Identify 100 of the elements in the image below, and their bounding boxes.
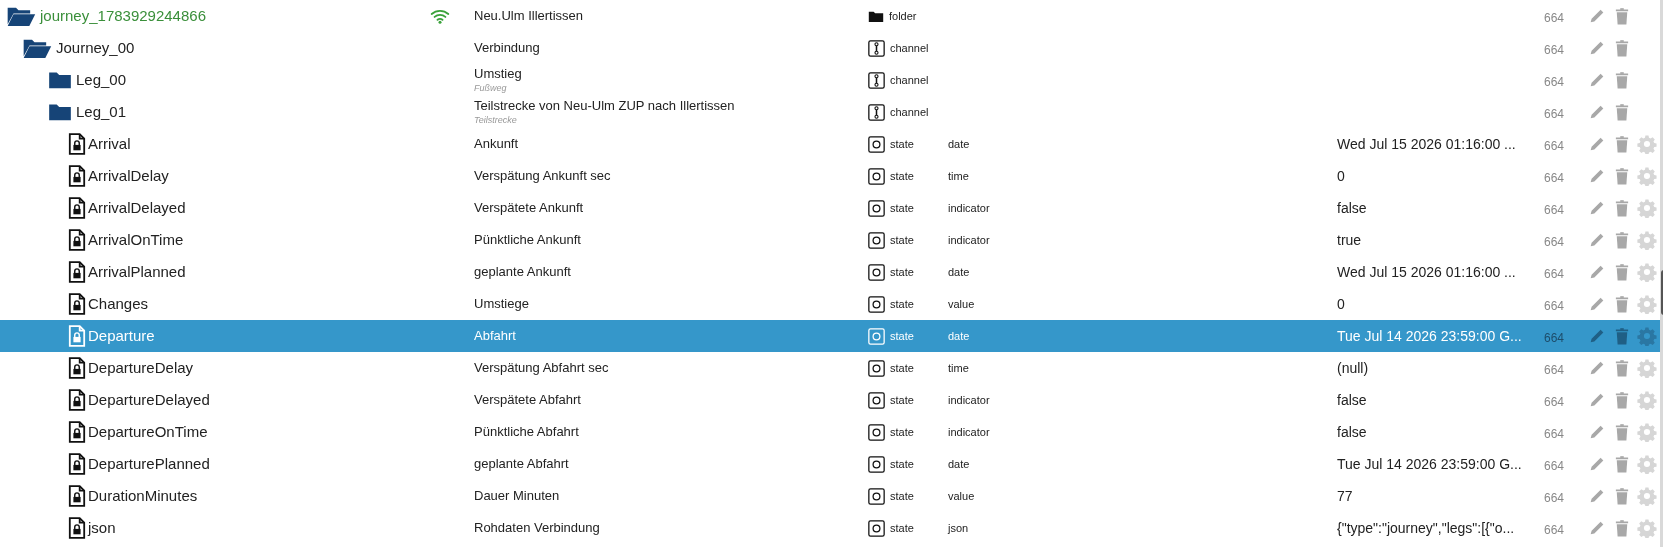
state-icon (868, 135, 885, 153)
channel-icon (868, 39, 885, 57)
state-icon (868, 327, 885, 345)
folder-icon[interactable] (48, 102, 72, 122)
settings-icon[interactable] (1634, 198, 1660, 218)
object-type: state (890, 136, 914, 152)
object-description: geplante Ankunft (474, 263, 572, 281)
acl-value: 664 (1544, 394, 1566, 411)
object-description: Dauer Minuten (474, 487, 561, 505)
object-type: state (890, 232, 914, 248)
state-icon (868, 455, 885, 473)
object-type: state (890, 296, 914, 312)
locked-file-icon (68, 357, 86, 379)
settings-icon[interactable] (1634, 262, 1660, 282)
folder-icon[interactable] (48, 70, 72, 90)
object-description: Verspätung Abfahrt sec (474, 359, 610, 377)
object-value: Tue Jul 14 2026 23:59:00 G... (1337, 454, 1522, 474)
locked-file-icon (68, 261, 86, 283)
settings-icon[interactable] (1634, 454, 1660, 474)
locked-file-icon (68, 485, 86, 507)
object-subtitle: Teilstrecke (474, 114, 518, 126)
settings-icon[interactable] (1634, 294, 1660, 314)
object-name: Changes (88, 293, 149, 314)
object-role: indicator (948, 392, 990, 408)
state-icon (868, 423, 885, 441)
object-value: {"type":"journey","legs":[{"o... (1337, 518, 1515, 538)
settings-icon[interactable] (1634, 230, 1660, 250)
object-name: ArrivalDelayed (88, 197, 186, 218)
settings-icon[interactable] (1634, 422, 1660, 442)
acl-value: 664 (1544, 74, 1566, 91)
acl-value: 664 (1544, 10, 1566, 27)
object-value: false (1337, 390, 1367, 410)
object-value: false (1337, 198, 1367, 218)
object-description: Pünktliche Abfahrt (474, 423, 580, 441)
object-type: state (890, 360, 914, 376)
settings-icon[interactable] (1634, 486, 1660, 506)
object-name: Journey_00 (56, 37, 135, 58)
object-name: DeparturePlanned (88, 453, 210, 474)
object-name: ArrivalPlanned (88, 261, 186, 282)
object-description: Pünktliche Ankunft (474, 231, 582, 249)
locked-file-icon (68, 165, 86, 187)
channel-icon (868, 71, 885, 89)
object-type: folder (889, 8, 917, 24)
object-type: channel (890, 72, 929, 88)
acl-value: 664 (1544, 170, 1566, 187)
settings-icon[interactable] (1634, 518, 1660, 538)
object-role: date (948, 264, 970, 280)
acl-value: 664 (1544, 234, 1566, 251)
object-description: Verbindung (474, 39, 541, 57)
object-description: Ankunft (474, 135, 520, 153)
object-name: DepartureOnTime (88, 421, 208, 442)
scrollbar[interactable] (1660, 0, 1663, 547)
settings-icon[interactable] (1634, 166, 1660, 186)
state-icon (868, 487, 885, 505)
object-value: Tue Jul 14 2026 23:59:00 G... (1337, 326, 1522, 346)
state-icon (868, 199, 885, 217)
locked-file-icon (68, 453, 86, 475)
object-type: state (890, 520, 914, 536)
object-value: Wed Jul 15 2026 01:16:00 ... (1337, 134, 1516, 154)
object-type: state (890, 328, 914, 344)
object-type: state (890, 200, 914, 216)
object-type: state (890, 168, 914, 184)
object-role: date (948, 136, 970, 152)
locked-file-icon (68, 421, 86, 443)
object-value: 77 (1337, 486, 1353, 506)
settings-icon[interactable] (1634, 358, 1660, 378)
acl-value: 664 (1544, 330, 1566, 347)
object-subtitle: Fußweg (474, 82, 508, 94)
object-name: DepartureDelay (88, 357, 194, 378)
object-value: 0 (1337, 166, 1345, 186)
object-description: Neu.Ulm Illertissen (474, 7, 585, 25)
object-description: Abfahrt (474, 327, 517, 345)
state-icon (868, 231, 885, 249)
acl-value: 664 (1544, 458, 1566, 475)
folder-icon (868, 9, 884, 23)
locked-file-icon (68, 389, 86, 411)
object-description: Verspätung Ankunft sec (474, 167, 612, 185)
settings-icon[interactable] (1634, 134, 1660, 154)
object-type: state (890, 424, 914, 440)
object-type: state (890, 488, 914, 504)
object-role: date (948, 456, 970, 472)
state-icon (868, 167, 885, 185)
object-type: channel (890, 40, 929, 56)
wifi-icon (430, 8, 450, 24)
acl-value: 664 (1544, 138, 1566, 155)
object-name: Leg_00 (76, 69, 127, 90)
settings-icon[interactable] (1634, 326, 1660, 346)
settings-icon[interactable] (1634, 390, 1660, 410)
object-description: Verspätete Ankunft (474, 199, 585, 217)
object-value: true (1337, 230, 1362, 250)
state-icon (868, 295, 885, 313)
object-name: Arrival (88, 133, 131, 154)
acl-value: 664 (1544, 362, 1566, 379)
locked-file-icon (68, 229, 86, 251)
object-role: indicator (948, 232, 990, 248)
object-name: Departure (88, 325, 155, 346)
object-description: Verspätete Abfahrt (474, 391, 582, 409)
object-value: Wed Jul 15 2026 01:16:00 ... (1337, 262, 1516, 282)
acl-value: 664 (1544, 266, 1566, 283)
object-type: state (890, 264, 914, 280)
